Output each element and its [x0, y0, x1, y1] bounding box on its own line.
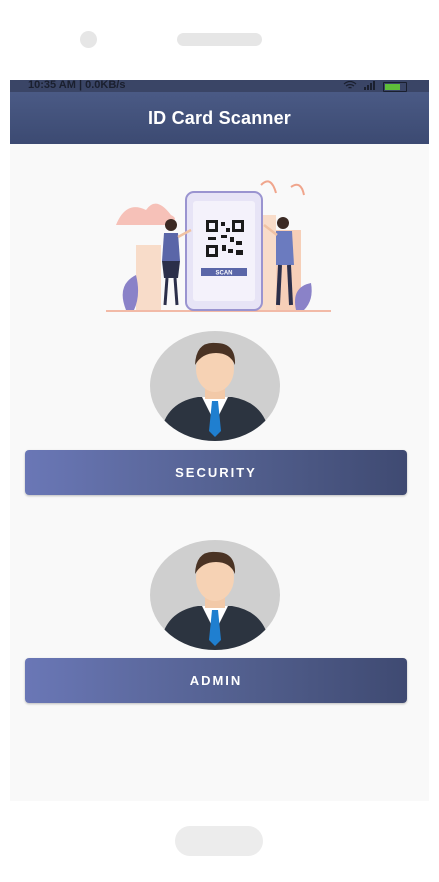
qr-scan-illustration: SCAN: [106, 180, 331, 312]
home-button[interactable]: [175, 826, 263, 856]
app-bar: ID Card Scanner: [10, 92, 429, 144]
status-time: 10:35 AM | 0.0KB/s: [28, 80, 126, 91]
admin-button[interactable]: ADMIN: [25, 658, 407, 703]
camera-icon: [80, 31, 97, 48]
status-bar: 10:35 AM | 0.0KB/s: [10, 80, 429, 92]
app-title: ID Card Scanner: [147, 107, 292, 128]
speaker-grille: [177, 33, 262, 46]
security-button[interactable]: SECURITY: [25, 450, 407, 495]
businessman-avatar-icon: [150, 331, 280, 441]
battery-icon: [383, 82, 407, 92]
businessman-avatar-icon: [150, 540, 280, 650]
phone-screen: 10:35 AM | 0.0KB/s ID Card Scanner SCAN …: [10, 80, 429, 801]
scan-label: SCAN: [215, 271, 232, 277]
